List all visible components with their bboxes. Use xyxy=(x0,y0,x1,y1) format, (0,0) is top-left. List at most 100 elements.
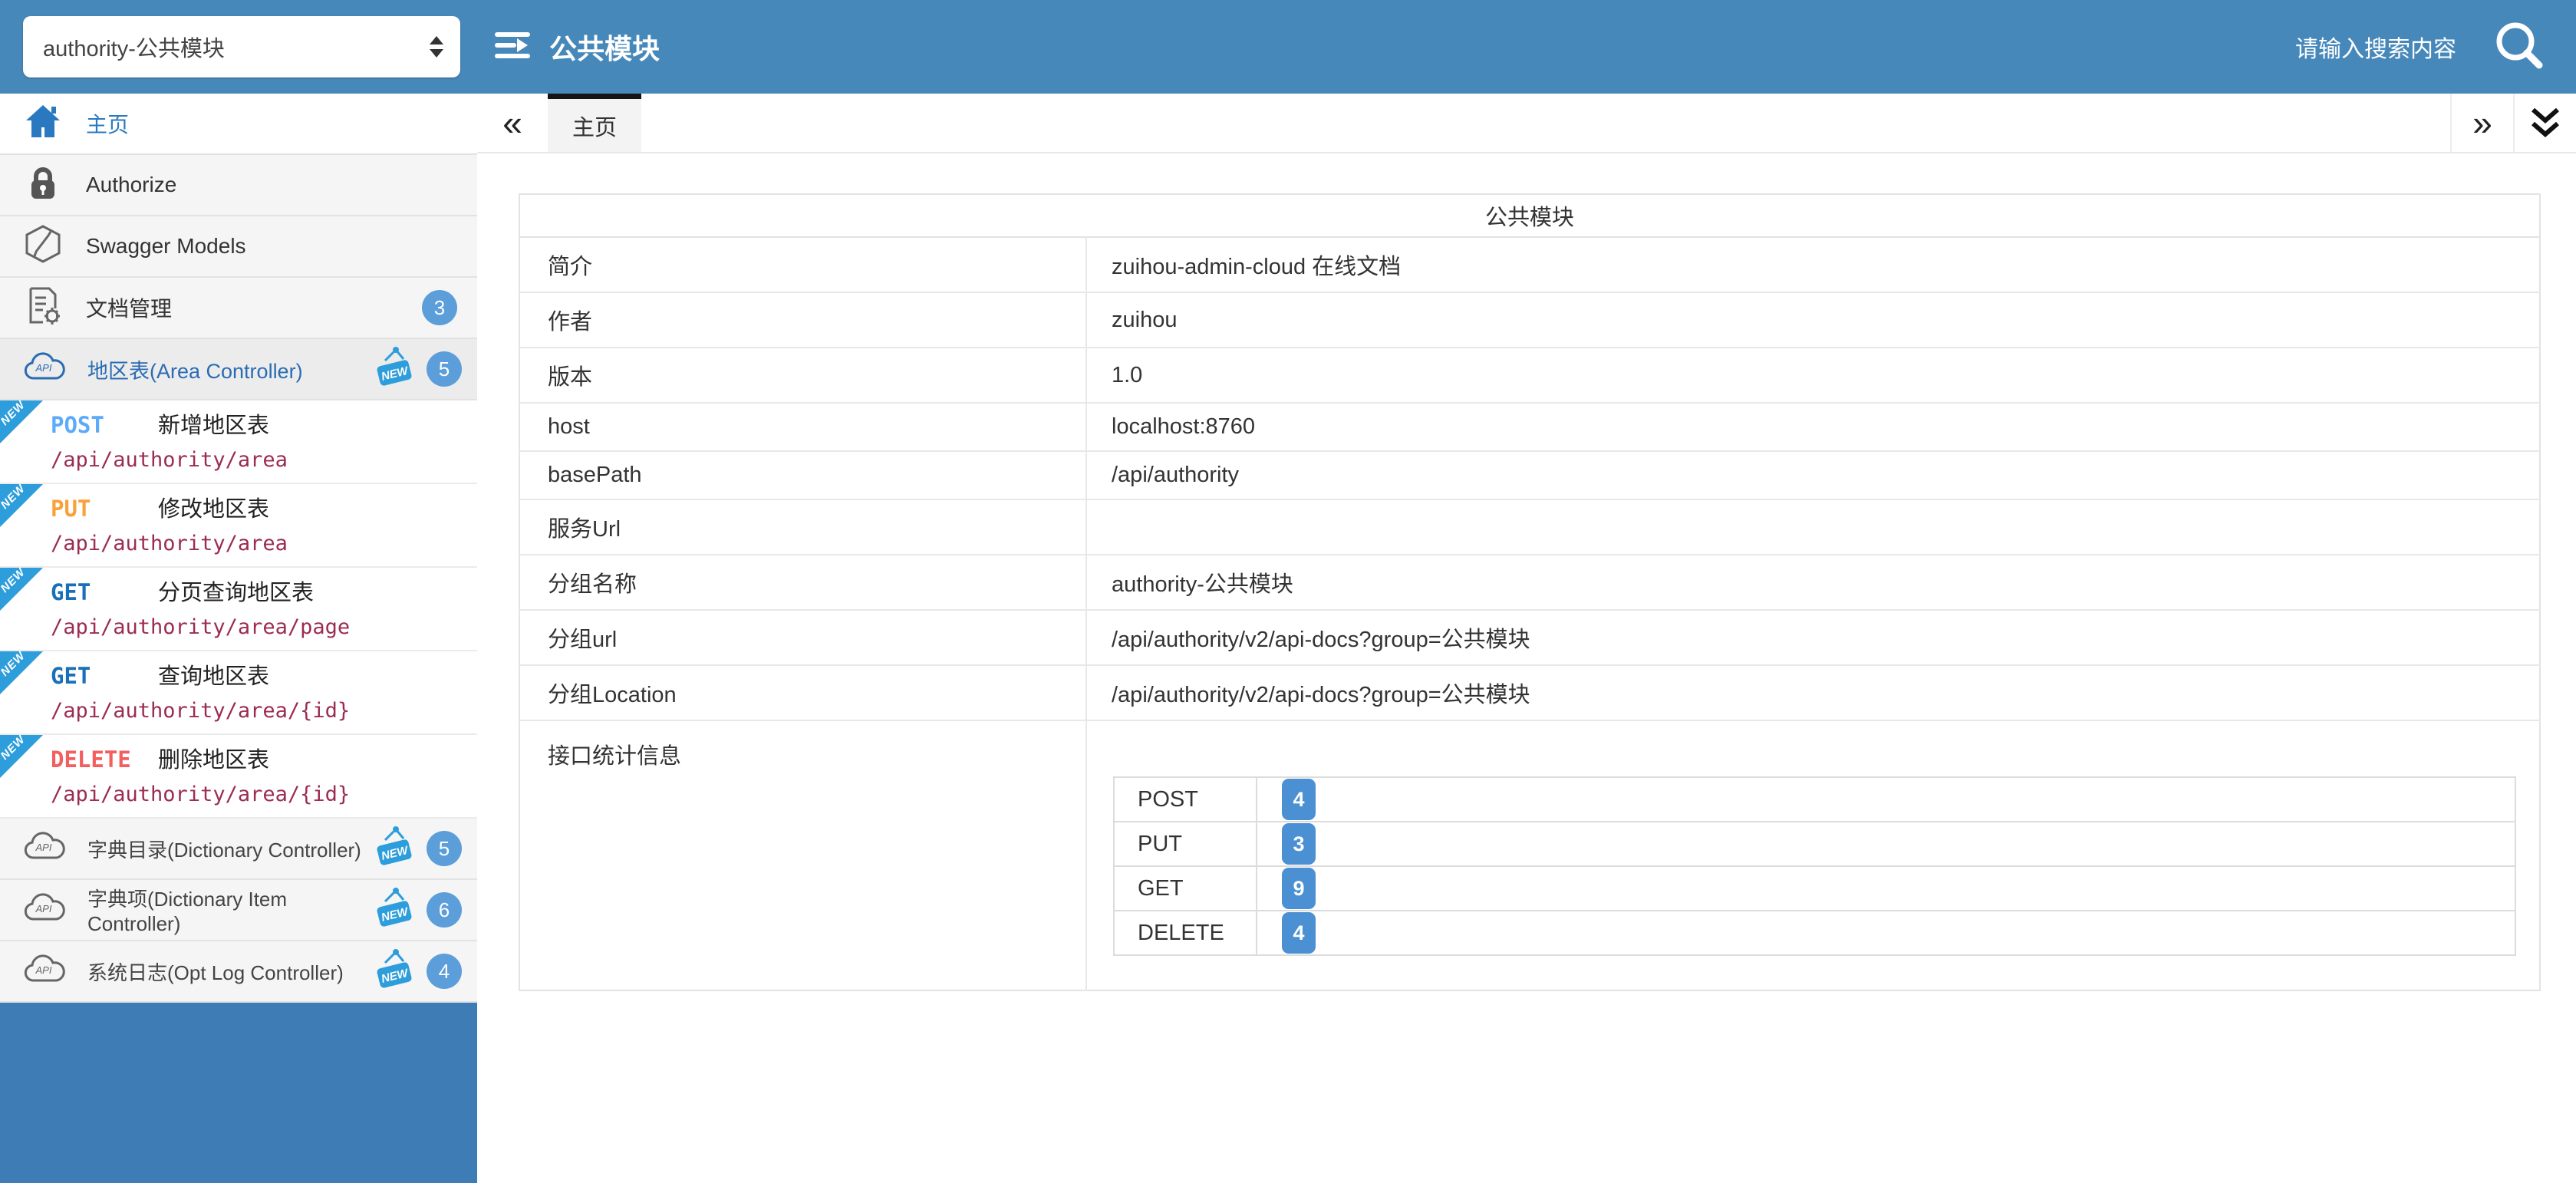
info-row-label: basePath xyxy=(519,451,1086,499)
api-method-label: DELETE xyxy=(51,744,158,775)
api-list: NEW POST 新增地区表 /api/authority/area NEW P… xyxy=(0,400,477,819)
api-name-label: 修改地区表 xyxy=(158,494,269,525)
table-row-stats: 接口统计信息 POST 4 xyxy=(519,720,2540,990)
api-method-label: GET xyxy=(51,577,158,608)
svg-text:API: API xyxy=(35,964,52,976)
table-row: host localhost:8760 xyxy=(519,403,2540,451)
info-row-value: /api/authority xyxy=(1086,451,2540,499)
stats-count-badge: 3 xyxy=(1282,823,1316,865)
page-title: 公共模块 xyxy=(549,27,660,67)
api-name-label: 删除地区表 xyxy=(158,745,269,776)
sidebar-item-swagger-models[interactable]: Swagger Models xyxy=(0,216,477,278)
new-sign-icon: NEW xyxy=(373,345,416,394)
group-select[interactable]: authority-公共模块 xyxy=(23,16,460,77)
content-area[interactable]: 公共模块 简介 zuihou-admin-cloud 在线文档 作者 zuiho… xyxy=(477,153,2576,1183)
table-title: 公共模块 xyxy=(519,194,2540,237)
new-sign-icon: NEW xyxy=(373,886,416,934)
lock-icon xyxy=(23,163,63,207)
sidebar-item-label: Swagger Models xyxy=(86,234,246,259)
controller-label: 字典目录(Dictionary Controller) xyxy=(87,835,361,863)
info-row-label: 版本 xyxy=(519,348,1086,403)
stats-row-label: 接口统计信息 xyxy=(519,720,1086,990)
info-row-label: 服务Url xyxy=(519,499,1086,555)
stats-count-badge: 4 xyxy=(1282,779,1316,820)
top-header-bar: authority-公共模块 公共模块 请输入搜索内容 xyxy=(0,0,2576,94)
stats-row: POST 4 xyxy=(1114,777,2515,822)
table-row: 分组Location /api/authority/v2/api-docs?gr… xyxy=(519,665,2540,720)
api-method-label: POST xyxy=(51,410,158,440)
info-row-value: /api/authority/v2/api-docs?group=公共模块 xyxy=(1086,610,2540,665)
sidebar-controller-area[interactable]: API 地区表(Area Controller) NEW xyxy=(0,339,477,400)
api-path-label: /api/authority/area xyxy=(51,447,471,473)
api-cloud-icon: API xyxy=(23,953,66,990)
sidebar-item-label: Authorize xyxy=(86,173,176,197)
api-list-item[interactable]: NEW POST 新增地区表 /api/authority/area xyxy=(0,400,477,484)
api-path-label: /api/authority/area/{id} xyxy=(51,698,471,724)
sidebar-item-label: 主页 xyxy=(86,108,129,139)
api-name-label: 查询地区表 xyxy=(158,661,269,692)
table-row: basePath /api/authority xyxy=(519,451,2540,499)
tab-collapse-icon[interactable] xyxy=(2513,94,2576,152)
info-row-label: 作者 xyxy=(519,292,1086,348)
controller-count-badge: 5 xyxy=(427,351,462,387)
controller-label: 字典项(Dictionary Item Controller) xyxy=(87,884,373,936)
tab-home[interactable]: 主页 xyxy=(548,94,641,152)
sidebar-controller[interactable]: API 字典项(Dictionary Item Controller) NEW xyxy=(0,880,477,941)
info-row-label: 简介 xyxy=(519,237,1086,292)
stats-method-label: GET xyxy=(1114,866,1257,911)
sidebar-controller[interactable]: API 字典目录(Dictionary Controller) NEW xyxy=(0,819,477,880)
svg-text:API: API xyxy=(35,842,52,853)
table-row: 版本 1.0 xyxy=(519,348,2540,403)
api-method-label: GET xyxy=(51,661,158,691)
sidebar-item-doc-manage[interactable]: 文档管理 3 xyxy=(0,278,477,339)
api-list-item[interactable]: NEW GET 查询地区表 /api/authority/area/{id} xyxy=(0,651,477,735)
controller-count-badge: 6 xyxy=(427,892,462,928)
api-path-label: /api/authority/area xyxy=(51,531,471,557)
api-method-label: PUT xyxy=(51,493,158,524)
api-list-item[interactable]: NEW PUT 修改地区表 /api/authority/area xyxy=(0,484,477,568)
search-icon[interactable] xyxy=(2492,18,2547,77)
table-row: 服务Url xyxy=(519,499,2540,555)
api-list-item[interactable]: NEW GET 分页查询地区表 /api/authority/area/page xyxy=(0,568,477,651)
doc-gear-icon xyxy=(23,285,63,331)
swagger-doc-page: authority-公共模块 公共模块 请输入搜索内容 xyxy=(0,0,2576,1183)
api-name-label: 分页查询地区表 xyxy=(158,578,314,608)
api-stats-table: POST 4 PUT 3 xyxy=(1113,776,2516,956)
info-row-value: 1.0 xyxy=(1086,348,2540,403)
info-row-value: authority-公共模块 xyxy=(1086,555,2540,610)
controller-count-badge: 4 xyxy=(427,954,462,989)
stats-method-label: DELETE xyxy=(1114,911,1257,955)
info-row-label: 分组url xyxy=(519,610,1086,665)
new-sign-icon: NEW xyxy=(373,825,416,873)
api-cloud-icon: API xyxy=(23,351,66,388)
table-row: 作者 zuihou xyxy=(519,292,2540,348)
search-input[interactable]: 请输入搜索内容 xyxy=(2295,30,2456,64)
api-path-label: /api/authority/area/{id} xyxy=(51,782,471,808)
stats-row: DELETE 4 xyxy=(1114,911,2515,955)
info-row-label: 分组名称 xyxy=(519,555,1086,610)
tab-scroll-right-icon[interactable]: » xyxy=(2450,94,2513,152)
info-row-value: localhost:8760 xyxy=(1086,403,2540,451)
tab-bar: « 主页 » xyxy=(477,94,2576,153)
sidebar-item-home[interactable]: 主页 xyxy=(0,94,477,155)
main-area: « 主页 » 公共模块 xyxy=(477,94,2576,1183)
sidebar-item-label: 文档管理 xyxy=(86,292,172,323)
module-info-table: 公共模块 简介 zuihou-admin-cloud 在线文档 作者 zuiho… xyxy=(519,193,2541,991)
api-list-item[interactable]: NEW DELETE 删除地区表 /api/authority/area/{id… xyxy=(0,735,477,819)
stats-count-badge: 9 xyxy=(1282,868,1316,909)
controller-label: 系统日志(Opt Log Controller) xyxy=(87,957,344,986)
svg-text:API: API xyxy=(35,903,52,914)
api-cloud-icon: API xyxy=(23,891,66,929)
tab-scroll-left-icon[interactable]: « xyxy=(477,94,548,152)
controller-label: 地区表(Area Controller) xyxy=(87,354,303,384)
models-hexagon-icon xyxy=(23,224,63,269)
doc-manage-count-badge: 3 xyxy=(422,290,457,325)
info-row-value xyxy=(1086,499,2540,555)
api-cloud-icon: API xyxy=(23,830,66,868)
sidebar-item-authorize[interactable]: Authorize xyxy=(0,155,477,216)
stats-row: PUT 3 xyxy=(1114,822,2515,866)
svg-text:API: API xyxy=(35,362,52,374)
sidebar-controller[interactable]: API 系统日志(Opt Log Controller) NEW xyxy=(0,941,477,1003)
group-select-value: authority-公共模块 xyxy=(43,31,225,63)
table-row: 简介 zuihou-admin-cloud 在线文档 xyxy=(519,237,2540,292)
